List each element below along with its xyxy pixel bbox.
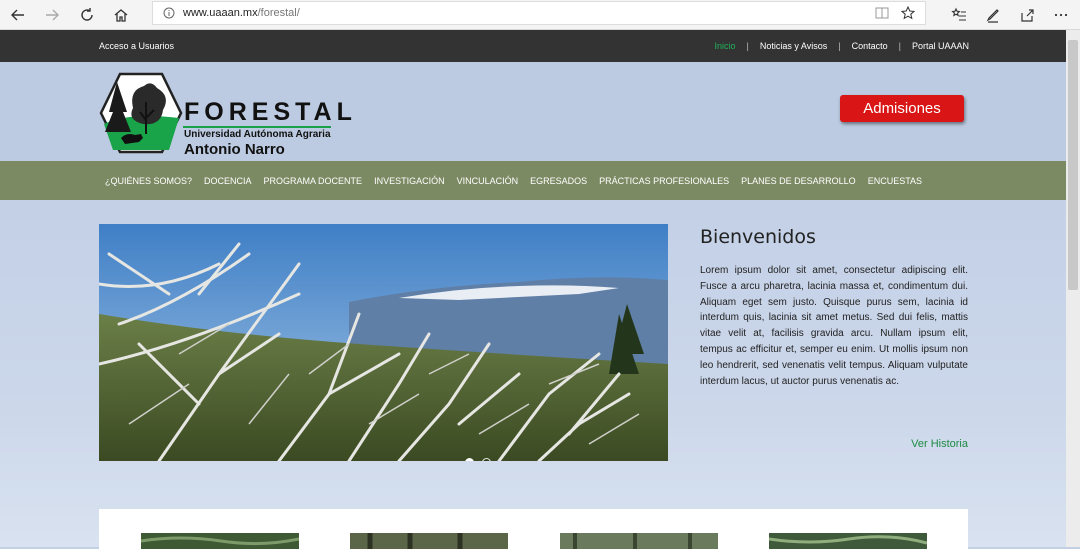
admisiones-button[interactable]: Admisiones	[840, 95, 964, 122]
site-header: FORESTAL Universidad Autónoma Agraria An…	[0, 62, 1066, 161]
browser-toolbar: www.uaaan.mx/forestal/	[0, 0, 1080, 30]
slider-dot-1[interactable]	[465, 458, 474, 461]
site-logo[interactable]: FORESTAL Universidad Autónoma Agraria An…	[99, 72, 352, 158]
url-text: www.uaaan.mx/forestal/	[183, 7, 300, 19]
forest-emblem-icon	[99, 72, 183, 154]
link-noticias[interactable]: Noticias y Avisos	[760, 41, 827, 51]
ver-historia-link[interactable]: Ver Historia	[911, 438, 968, 450]
pen-notes-icon[interactable]	[981, 3, 1005, 27]
forward-arrow-icon[interactable]	[40, 3, 64, 27]
info-icon[interactable]	[163, 7, 175, 19]
cards-panel	[99, 509, 968, 549]
link-inicio[interactable]: Inicio	[715, 41, 736, 51]
favorites-list-icon[interactable]	[947, 3, 971, 27]
slider-dot-2[interactable]	[482, 458, 491, 461]
slider-dots	[465, 458, 499, 461]
nav-item-programa-docente[interactable]: PROGRAMA DOCENTE	[264, 176, 363, 186]
logo-subtitle: Universidad Autónoma Agraria	[184, 129, 331, 140]
address-bar[interactable]: www.uaaan.mx/forestal/	[152, 1, 926, 25]
nav-item-investigacion[interactable]: INVESTIGACIÓN	[374, 176, 445, 186]
main-nav: ¿QUIÉNES SOMOS? DOCENCIA PROGRAMA DOCENT…	[0, 161, 1066, 200]
logo-subtitle-name: Antonio Narro	[184, 141, 285, 158]
nav-item-encuestas[interactable]: ENCUESTAS	[868, 176, 922, 186]
user-access-link[interactable]: Acceso a Usuarios	[99, 41, 174, 51]
separator: |	[746, 41, 749, 51]
separator: |	[898, 41, 901, 51]
welcome-text: Lorem ipsum dolor sit amet, consectetur …	[700, 265, 968, 387]
nav-item-practicas[interactable]: PRÁCTICAS PROFESIONALES	[599, 176, 729, 186]
logo-divider	[183, 126, 331, 128]
nav-item-vinculacion[interactable]: VINCULACIÓN	[457, 176, 519, 186]
image-slider[interactable]	[99, 224, 668, 461]
forest-landscape-image	[99, 224, 668, 461]
reading-view-icon[interactable]	[875, 7, 889, 19]
refresh-icon[interactable]	[75, 3, 99, 27]
back-arrow-icon[interactable]	[6, 3, 30, 27]
page-scrollbar[interactable]	[1066, 30, 1080, 547]
main-content: Bienvenidos Lorem ipsum dolor sit amet, …	[0, 200, 1066, 549]
favorite-star-icon[interactable]	[901, 6, 915, 20]
top-bar: Acceso a Usuarios Inicio | Noticias y Av…	[0, 30, 1066, 62]
more-options-icon[interactable]	[1049, 3, 1073, 27]
home-icon[interactable]	[109, 3, 133, 27]
link-contacto[interactable]: Contacto	[852, 41, 888, 51]
separator: |	[838, 41, 841, 51]
nav-item-planes[interactable]: PLANES DE DESARROLLO	[741, 176, 856, 186]
top-links: Inicio | Noticias y Avisos | Contacto | …	[715, 41, 969, 51]
nav-item-quienes-somos[interactable]: ¿QUIÉNES SOMOS?	[105, 176, 192, 186]
welcome-section: Bienvenidos Lorem ipsum dolor sit amet, …	[700, 226, 968, 450]
nav-item-docencia[interactable]: DOCENCIA	[204, 176, 252, 186]
share-icon[interactable]	[1015, 3, 1039, 27]
link-portal[interactable]: Portal UAAAN	[912, 41, 969, 51]
welcome-title: Bienvenidos	[700, 226, 816, 248]
logo-title: FORESTAL	[184, 98, 357, 126]
scrollbar-thumb[interactable]	[1068, 40, 1078, 290]
nav-item-egresados[interactable]: EGRESADOS	[530, 176, 587, 186]
